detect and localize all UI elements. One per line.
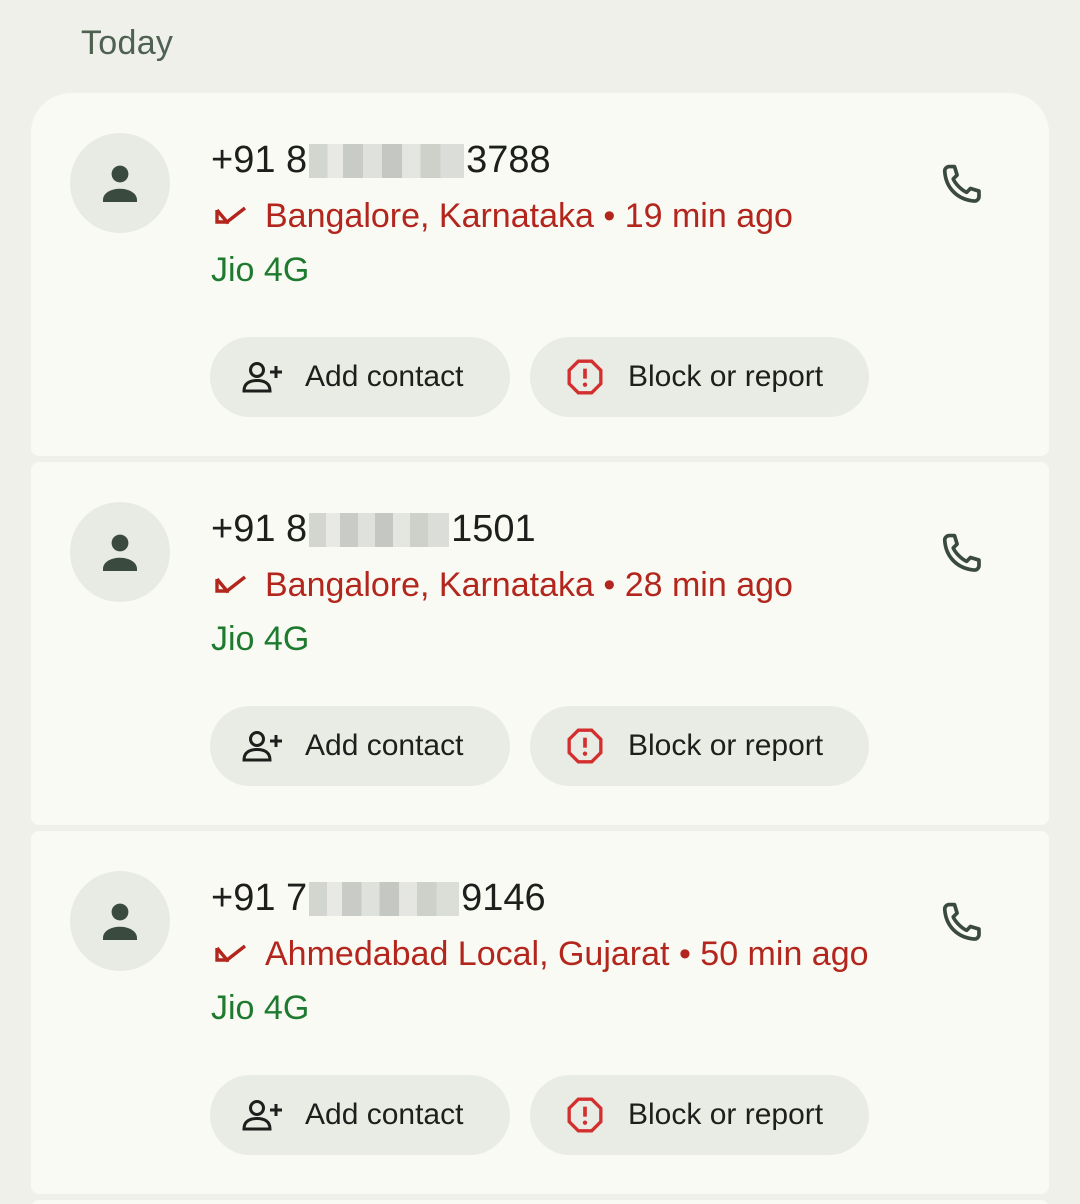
person-icon [103,165,137,202]
add-contact-button[interactable]: Add contact [210,337,510,417]
add-contact-button[interactable]: Add contact [210,706,510,786]
phone-icon [942,164,981,203]
phone-number: +91 7 9146 [211,877,546,920]
missed-call-icon [211,571,251,601]
call-location: Bangalore, Karnataka [265,566,594,604]
section-header-today: Today [81,24,174,62]
call-location: Bangalore, Karnataka [265,197,594,235]
person-add-icon [240,355,284,399]
call-button[interactable] [929,153,993,217]
number-suffix: 9146 [461,877,546,919]
call-log-item[interactable]: +91 8 1501 Bangalore, Karnataka • 28 min … [31,462,1049,825]
avatar[interactable] [70,502,170,602]
call-button[interactable] [929,891,993,955]
call-button[interactable] [929,522,993,586]
add-contact-label: Add contact [305,360,464,393]
avatar[interactable] [70,871,170,971]
report-octagon-icon [563,724,607,768]
block-report-label: Block or report [628,729,824,762]
redacted-digits [309,143,465,178]
call-time: 19 min ago [624,197,793,235]
block-report-label: Block or report [628,360,824,393]
add-contact-button[interactable]: Add contact [210,1075,510,1155]
person-add-icon [240,724,284,768]
number-prefix: +91 8 [211,139,308,181]
call-meta: Bangalore, Karnataka • 28 min ago [211,566,793,605]
call-log-item[interactable]: +91 8 3788 Bangalore, Karnataka • 19 min … [31,93,1049,456]
carrier-label: Jio 4G [211,620,310,658]
number-prefix: +91 8 [211,508,308,550]
call-log-item-partial[interactable] [31,1200,1049,1204]
call-time: 28 min ago [624,566,793,604]
block-report-label: Block or report [628,1098,824,1131]
meta-separator: • [603,197,616,235]
avatar[interactable] [70,133,170,233]
add-contact-label: Add contact [305,729,464,762]
meta-separator: • [678,935,691,973]
number-prefix: +91 7 [211,877,308,919]
missed-call-icon [211,940,251,970]
number-suffix: 3788 [466,139,551,181]
carrier-label: Jio 4G [211,989,310,1027]
redacted-digits [309,881,460,916]
report-octagon-icon [563,355,607,399]
report-octagon-icon [563,1093,607,1137]
call-time: 50 min ago [700,935,869,973]
number-suffix: 1501 [451,508,536,550]
phone-number: +91 8 1501 [211,508,536,551]
redacted-digits [309,512,450,547]
missed-call-icon [211,202,251,232]
add-contact-label: Add contact [305,1098,464,1131]
block-report-button[interactable]: Block or report [530,1075,869,1155]
person-icon [103,903,137,940]
call-meta: Ahmedabad Local, Gujarat • 50 min ago [211,935,869,974]
block-report-button[interactable]: Block or report [530,337,869,417]
phone-number: +91 8 3788 [211,139,551,182]
phone-icon [942,902,981,941]
call-history: Today +91 8 3788 Bangalore, Karnataka • 1… [0,0,1080,1204]
call-meta: Bangalore, Karnataka • 19 min ago [211,197,793,236]
call-location: Ahmedabad Local, Gujarat [265,935,670,973]
person-add-icon [240,1093,284,1137]
block-report-button[interactable]: Block or report [530,706,869,786]
meta-separator: • [603,566,616,604]
call-log-item[interactable]: +91 7 9146 Ahmedabad Local, Gujarat • 50 … [31,831,1049,1194]
carrier-label: Jio 4G [211,251,310,289]
person-icon [103,534,137,571]
phone-icon [942,533,981,572]
